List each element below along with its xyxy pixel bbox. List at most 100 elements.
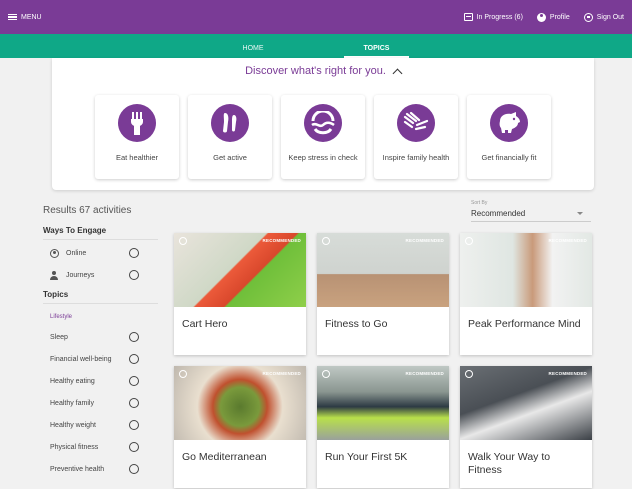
profile-button[interactable]: Profile	[536, 12, 570, 22]
filters-panel: Ways To Engage Online Journeys Topics Li…	[43, 226, 158, 480]
recommended-badge: RECOMMENDED	[548, 371, 587, 376]
activity-image: RECOMMENDED	[317, 366, 449, 440]
globe-icon	[179, 370, 187, 378]
filter-radio[interactable]	[129, 332, 139, 342]
stress-waves-icon	[304, 104, 342, 142]
ways-to-engage-heading: Ways To Engage	[43, 226, 158, 240]
activity-card-run-your-first-5k[interactable]: RECOMMENDED Run Your First 5K	[317, 366, 449, 488]
topic-card-eat-healthier[interactable]: Eat healthier	[95, 95, 179, 179]
filter-radio[interactable]	[129, 398, 139, 408]
recommended-badge: RECOMMENDED	[405, 371, 444, 376]
globe-icon	[465, 237, 473, 245]
recommended-badge: RECOMMENDED	[262, 371, 301, 376]
recommended-badge: RECOMMENDED	[262, 238, 301, 243]
fork-icon	[118, 104, 156, 142]
activity-title: Peak Performance Mind	[468, 318, 581, 330]
filter-healthy-eating[interactable]: Healthy eating	[43, 370, 158, 392]
activity-card-go-mediterranean[interactable]: RECOMMENDED Go Mediterranean	[174, 366, 306, 488]
activity-image: RECOMMENDED	[174, 366, 306, 440]
filter-radio[interactable]	[129, 270, 139, 280]
filter-journeys[interactable]: Journeys	[43, 264, 158, 286]
filter-healthy-weight[interactable]: Healthy weight	[43, 414, 158, 436]
tab-home[interactable]: HOME	[223, 45, 284, 58]
filter-label: Physical fitness	[50, 443, 99, 451]
filter-preventive-health[interactable]: Preventive health	[43, 458, 158, 480]
topic-cards: Eat healthier Get active Keep stress in …	[95, 95, 551, 179]
main-nav: HOME TOPICS	[0, 34, 632, 58]
profile-label: Profile	[549, 13, 570, 21]
globe-icon	[179, 237, 187, 245]
caret-down-icon	[577, 212, 583, 215]
in-progress-button[interactable]: In Progress (6)	[463, 13, 523, 21]
filter-financial-well-being[interactable]: Financial well-being	[43, 348, 158, 370]
recommended-badge: RECOMMENDED	[405, 238, 444, 243]
filter-online[interactable]: Online	[43, 242, 158, 264]
sign-out-button[interactable]: Sign Out	[583, 12, 624, 22]
filter-label: Online	[66, 249, 87, 257]
sort-select[interactable]: Recommended	[471, 206, 591, 222]
topic-card-get-financially-fit[interactable]: Get financially fit	[467, 95, 551, 179]
filter-label: Journeys	[66, 271, 95, 279]
filter-healthy-family[interactable]: Healthy family	[43, 392, 158, 414]
globe-icon	[322, 237, 330, 245]
people-icon	[50, 270, 59, 280]
topic-label: Eat healthier	[115, 153, 159, 162]
filter-radio[interactable]	[129, 354, 139, 364]
running-foot-icon	[211, 104, 249, 142]
filter-radio[interactable]	[129, 376, 139, 386]
topic-card-get-active[interactable]: Get active	[188, 95, 272, 179]
topic-label: Keep stress in check	[288, 153, 358, 162]
topic-label: Get active	[213, 153, 247, 162]
menu-button[interactable]: MENU	[8, 13, 42, 21]
activity-card-fitness-to-go[interactable]: RECOMMENDED Fitness to Go	[317, 233, 449, 355]
hamburger-icon	[8, 13, 17, 21]
filter-physical-fitness[interactable]: Physical fitness	[43, 436, 158, 458]
filter-radio[interactable]	[129, 464, 139, 474]
recommended-badge: RECOMMENDED	[548, 238, 587, 243]
activity-title: Cart Hero	[182, 318, 228, 330]
activity-grid: RECOMMENDED Cart Hero RECOMMENDED Fitnes…	[174, 233, 592, 488]
menu-label: MENU	[21, 13, 42, 21]
discover-title: Discover what's right for you.	[245, 65, 386, 77]
filter-label: Healthy family	[50, 399, 94, 407]
tab-topics[interactable]: TOPICS	[343, 45, 410, 58]
activity-card-walk-your-way-to-fitness[interactable]: RECOMMENDED Walk Your Way to Fitness	[460, 366, 592, 488]
filter-sleep[interactable]: Sleep	[43, 326, 158, 348]
filter-label: Healthy weight	[50, 421, 96, 429]
sort-value: Recommended	[471, 209, 526, 218]
discover-header: Discover what's right for you.	[52, 58, 594, 84]
sort-control: Sort By Recommended	[471, 200, 591, 222]
filter-radio[interactable]	[129, 420, 139, 430]
activity-title: Go Mediterranean	[182, 451, 267, 463]
in-progress-label: In Progress (6)	[476, 13, 523, 21]
filter-radio[interactable]	[129, 248, 139, 258]
activity-title: Run Your First 5K	[325, 451, 408, 463]
discover-panel: Discover what's right for you. Eat healt…	[52, 58, 594, 190]
activity-image: RECOMMENDED	[317, 233, 449, 307]
top-bar: MENU In Progress (6) Profile Sign Out	[0, 0, 632, 34]
filter-radio[interactable]	[129, 442, 139, 452]
filter-label: Financial well-being	[50, 355, 112, 363]
globe-icon	[465, 370, 473, 378]
globe-icon	[50, 248, 59, 258]
list-icon	[463, 13, 473, 21]
chevron-up-icon[interactable]	[392, 68, 403, 78]
activity-image: RECOMMENDED	[460, 366, 592, 440]
activity-card-peak-performance-mind[interactable]: RECOMMENDED Peak Performance Mind	[460, 233, 592, 355]
activity-title: Fitness to Go	[325, 318, 388, 330]
piggy-bank-icon	[490, 104, 528, 142]
topic-label: Get financially fit	[481, 153, 537, 162]
filter-label: Preventive health	[50, 465, 105, 473]
sign-out-icon	[583, 12, 593, 22]
globe-icon	[322, 370, 330, 378]
topics-heading: Topics	[43, 290, 158, 304]
activity-card-cart-hero[interactable]: RECOMMENDED Cart Hero	[174, 233, 306, 355]
topic-card-keep-stress-in-check[interactable]: Keep stress in check	[281, 95, 365, 179]
activity-image: RECOMMENDED	[174, 233, 306, 307]
topic-label: Inspire family health	[382, 153, 450, 162]
topic-card-inspire-family-health[interactable]: Inspire family health	[374, 95, 458, 179]
filter-label: Sleep	[50, 333, 68, 341]
family-hands-icon	[397, 104, 435, 142]
lifestyle-category[interactable]: Lifestyle	[43, 306, 158, 326]
activity-title: Walk Your Way to Fitness	[468, 451, 551, 476]
